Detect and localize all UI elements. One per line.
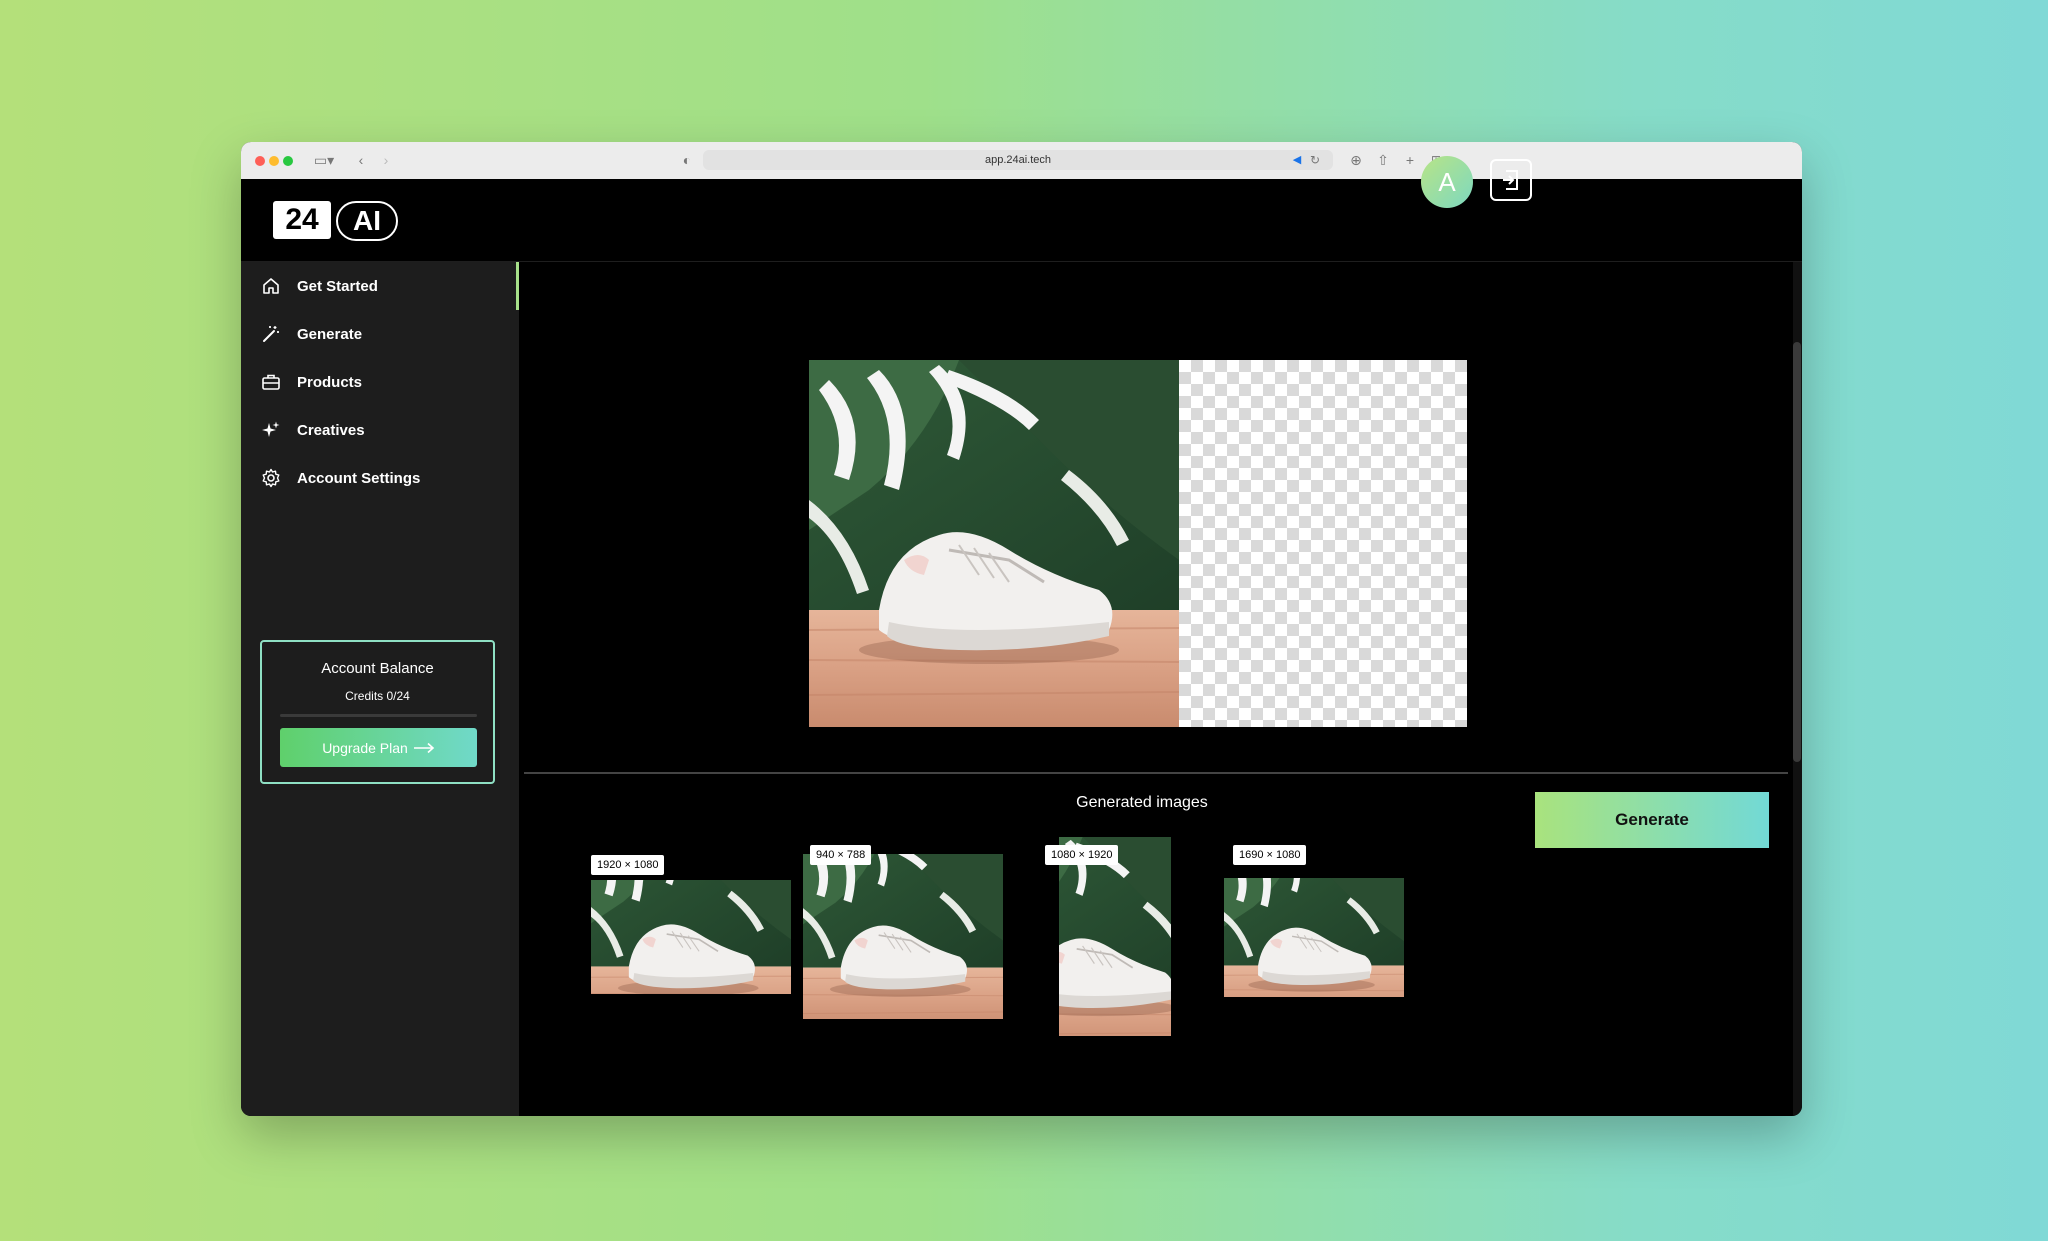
credits-text: Credits 0/24 — [345, 689, 410, 703]
upgrade-plan-button[interactable]: Upgrade Plan — [280, 728, 477, 767]
browser-titlebar: ▭▾ ‹ › ◐ app.24ai.tech ◀ ↻ ⊕ ⇧ + ⊞ — [241, 142, 1802, 180]
logo-ai: AI — [336, 201, 398, 241]
avatar[interactable]: A — [1421, 156, 1473, 208]
minimize-window-button[interactable] — [269, 156, 279, 166]
logo-24: 24 — [273, 201, 331, 239]
new-tab-icon[interactable]: + — [1402, 151, 1418, 169]
sidebar-item-account-settings[interactable]: Account Settings — [261, 454, 511, 502]
forward-icon[interactable]: › — [378, 151, 394, 169]
size-label-3: 1080 × 1920 — [1045, 845, 1119, 865]
sidebar: Get Started Generate Products Creatives … — [241, 262, 519, 1116]
speaker-icon[interactable]: ◀ — [1289, 151, 1305, 169]
size-label-2: 940 × 788 — [810, 845, 872, 865]
download-icon[interactable]: ⊕ — [1348, 151, 1364, 169]
sidebar-item-label: Creatives — [297, 421, 365, 439]
sidebar-item-creatives[interactable]: Creatives — [261, 406, 511, 454]
zoom-window-button[interactable] — [283, 156, 293, 166]
home-icon — [263, 278, 279, 294]
sidebar-item-get-started[interactable]: Get Started — [261, 262, 511, 310]
logout-icon — [1503, 170, 1518, 190]
sidebar-item-label: Products — [297, 373, 363, 391]
sidebar-item-label: Account Settings — [297, 469, 421, 487]
sidebar-item-label: Generate — [297, 325, 363, 343]
account-balance-card: Account Balance Credits 0/24 Upgrade Pla… — [260, 640, 495, 784]
generated-images-title: Generated images — [1076, 794, 1208, 811]
size-label-1: 1920 × 1080 — [591, 855, 665, 875]
generated-thumbnail-1[interactable] — [591, 880, 791, 994]
logout-button[interactable] — [1490, 159, 1532, 201]
generated-thumbnail-4[interactable] — [1224, 878, 1404, 997]
upgrade-plan-label: Upgrade Plan — [322, 739, 408, 756]
sparkles-icon — [262, 421, 280, 437]
arrow-right-icon — [413, 742, 435, 753]
size-label-4: 1690 × 1080 — [1233, 845, 1307, 865]
gear-icon — [262, 468, 280, 488]
balance-title: Account Balance — [321, 660, 434, 677]
address-bar[interactable]: app.24ai.tech — [703, 150, 1333, 170]
credits-progress-bar — [280, 714, 477, 717]
reload-icon[interactable]: ↻ — [1307, 151, 1323, 169]
magic-wand-icon — [263, 326, 279, 342]
shield-icon[interactable]: ◐ — [679, 151, 695, 169]
toolbox-icon — [262, 374, 280, 390]
transparent-canvas — [1179, 360, 1467, 727]
app-header: 24 AI — [241, 179, 1802, 262]
section-divider — [524, 772, 1788, 774]
sidebar-item-label: Get Started — [297, 277, 378, 295]
scrollbar-thumb[interactable] — [1793, 342, 1801, 762]
product-image — [809, 360, 1179, 727]
browser-window: ▭▾ ‹ › ◐ app.24ai.tech ◀ ↻ ⊕ ⇧ + ⊞ 24 AI… — [241, 142, 1802, 1116]
sidebar-toggle-icon[interactable]: ▭▾ — [309, 151, 339, 169]
active-indicator — [516, 262, 519, 310]
sidebar-item-products[interactable]: Products — [261, 358, 511, 406]
sidebar-item-generate[interactable]: Generate — [261, 310, 511, 358]
generated-thumbnail-3[interactable] — [1059, 837, 1171, 1036]
generated-thumbnail-2[interactable] — [803, 854, 1003, 1019]
back-icon[interactable]: ‹ — [353, 151, 369, 169]
close-window-button[interactable] — [255, 156, 265, 166]
generate-button[interactable]: Generate — [1535, 792, 1769, 848]
share-icon[interactable]: ⇧ — [1375, 151, 1391, 169]
